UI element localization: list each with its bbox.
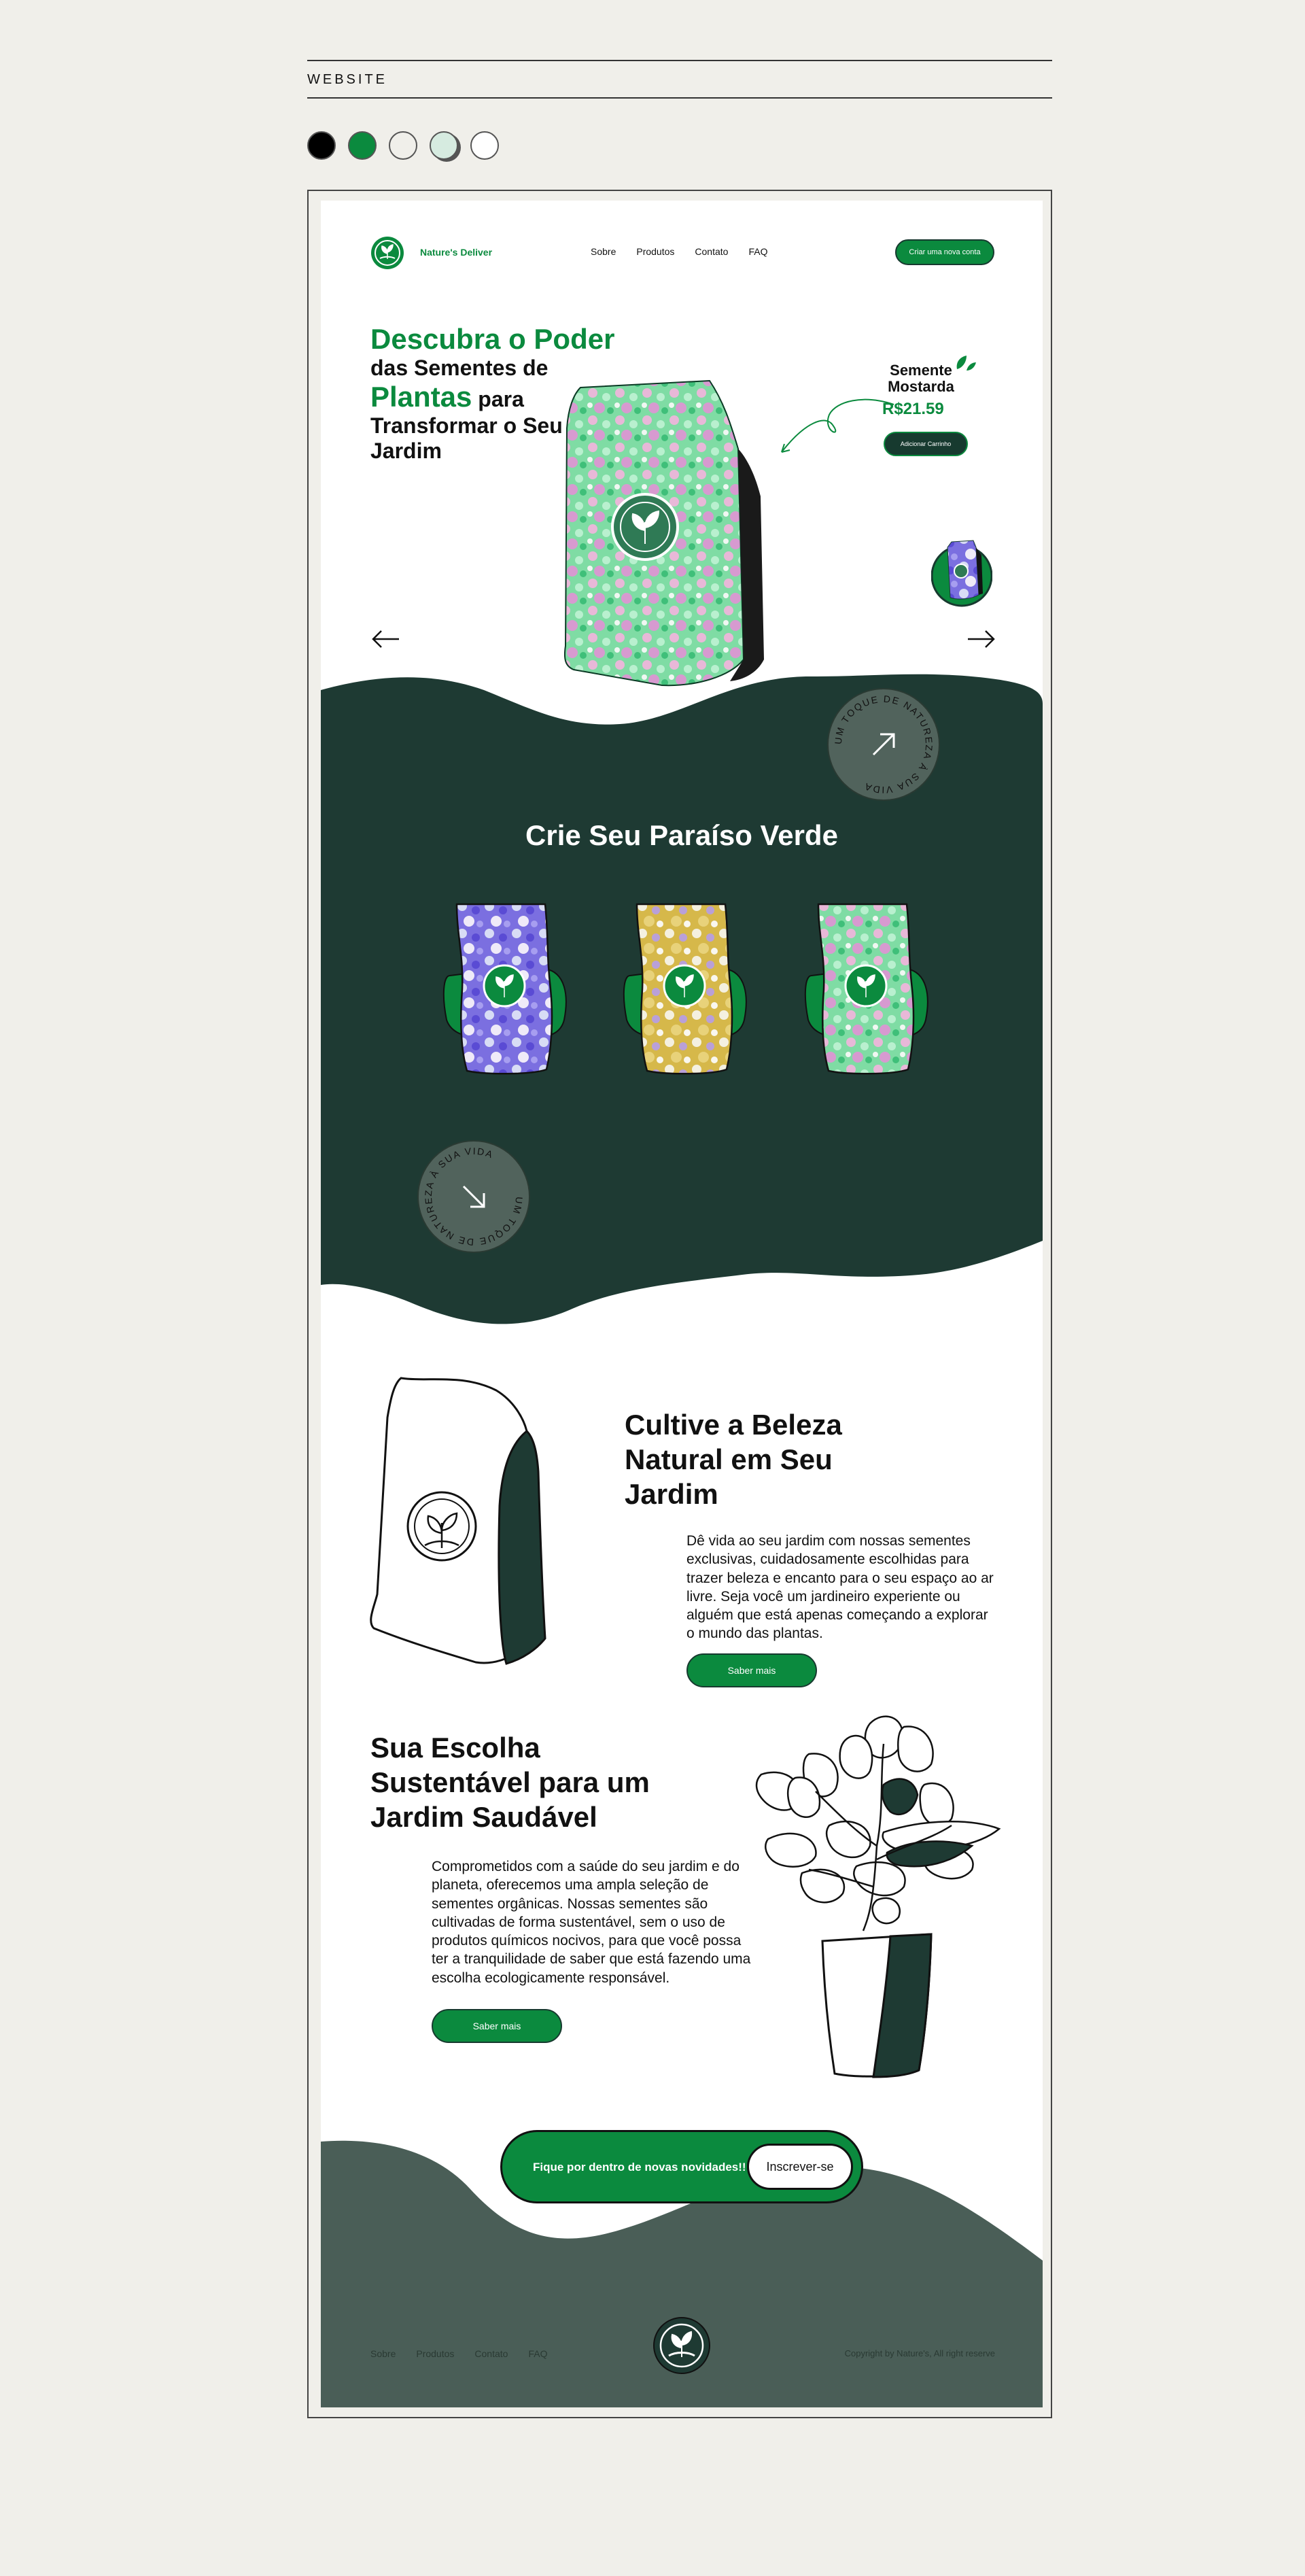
sustainable-button-wrap: Saber mais (432, 2009, 562, 2043)
arrow-left-icon[interactable] (370, 629, 400, 649)
products-row (430, 901, 946, 1078)
newsletter-bar: Fique por dentro de novas novidades!! In… (500, 2130, 863, 2203)
footer-links: Sobre Produtos Contato FAQ (370, 2348, 547, 2359)
nav-link-produtos[interactable]: Produtos (636, 246, 674, 257)
featured-product-price: R$21.59 (882, 400, 944, 418)
add-to-cart-button[interactable]: Adicionar Carrinho (884, 432, 968, 456)
nature-badge-bottom[interactable]: UM TOQUE DE NATUREZA À SUA VIDA (416, 1139, 532, 1254)
nature-badge-top[interactable]: UM TOQUE DE NATUREZA À SUA VIDA (826, 687, 941, 802)
product-thumbnail[interactable] (931, 534, 992, 608)
website-mockup-frame: Nature's Deliver Sobre Produtos Contato … (307, 190, 1052, 2418)
presentation-label: WEBSITE (307, 72, 388, 87)
callout-arrow-icon (781, 398, 894, 453)
footer-link-faq[interactable]: FAQ (528, 2348, 547, 2359)
cultivate-button-wrap: Saber mais (686, 1653, 817, 1687)
swatch-black (307, 131, 336, 160)
product-card-purple[interactable] (430, 901, 579, 1078)
saber-mais-button[interactable]: Saber mais (686, 1653, 817, 1687)
sustainable-text: Comprometidos com a saúde do seu jardim … (432, 1859, 751, 1986)
subscribe-button[interactable]: Inscrever-se (747, 2144, 853, 2190)
saber-mais-button[interactable]: Saber mais (432, 2009, 562, 2043)
potted-plant-illustration (755, 1715, 1001, 2078)
footer-link-produtos[interactable]: Produtos (416, 2348, 454, 2359)
newsletter-text: Fique por dentro de novas novidades!! (533, 2161, 746, 2174)
product-card-yellow[interactable] (610, 901, 759, 1078)
footer-link-contato[interactable]: Contato (474, 2348, 508, 2359)
swatch-white (470, 131, 499, 160)
products-section-title: Crie Seu Paraíso Verde (525, 819, 838, 851)
arrow-right-icon[interactable] (967, 629, 996, 649)
nav-link-faq[interactable]: FAQ (748, 246, 767, 257)
sustainable-title: Sua Escolha Sustentável para um Jardim S… (370, 1732, 650, 1834)
hero-title-highlight: Plantas (370, 381, 472, 413)
presentation-header: WEBSITE (307, 60, 1052, 99)
hero-seed-bag-image (563, 379, 764, 687)
copyright-text: Copyright by Nature's, All right reserve (844, 2348, 995, 2358)
color-palette (307, 131, 499, 160)
hero-title-line3-rest: para (472, 387, 524, 412)
nav-link-sobre[interactable]: Sobre (591, 246, 616, 257)
create-account-button[interactable]: Criar uma nova conta (895, 239, 994, 265)
swatch-cream (389, 131, 417, 160)
cultivate-text: Dê vida ao seu jardim com nossas semente… (686, 1533, 994, 1642)
nav-link-contato[interactable]: Contato (695, 246, 728, 257)
outline-seed-bag-illustration (370, 1377, 546, 1665)
swatch-green (348, 131, 377, 160)
divider (307, 97, 1052, 99)
footer-link-sobre[interactable]: Sobre (370, 2348, 396, 2359)
cultivate-title: Cultive a Beleza Natural em Seu Jardim (625, 1409, 842, 1511)
brand-name: Nature's Deliver (420, 247, 493, 258)
website-page: Nature's Deliver Sobre Produtos Contato … (321, 201, 1043, 2407)
product-card-green[interactable] (791, 901, 941, 1078)
nav-links: Sobre Produtos Contato FAQ (591, 246, 767, 257)
swatch-mint (430, 131, 458, 160)
logo-icon[interactable] (370, 236, 404, 270)
featured-product-name: Semente Mostarda (888, 362, 954, 396)
hero-title-line1: Descubra o Poder (370, 323, 615, 355)
footer-logo-icon[interactable] (652, 2316, 711, 2375)
leaf-icon (956, 356, 976, 371)
